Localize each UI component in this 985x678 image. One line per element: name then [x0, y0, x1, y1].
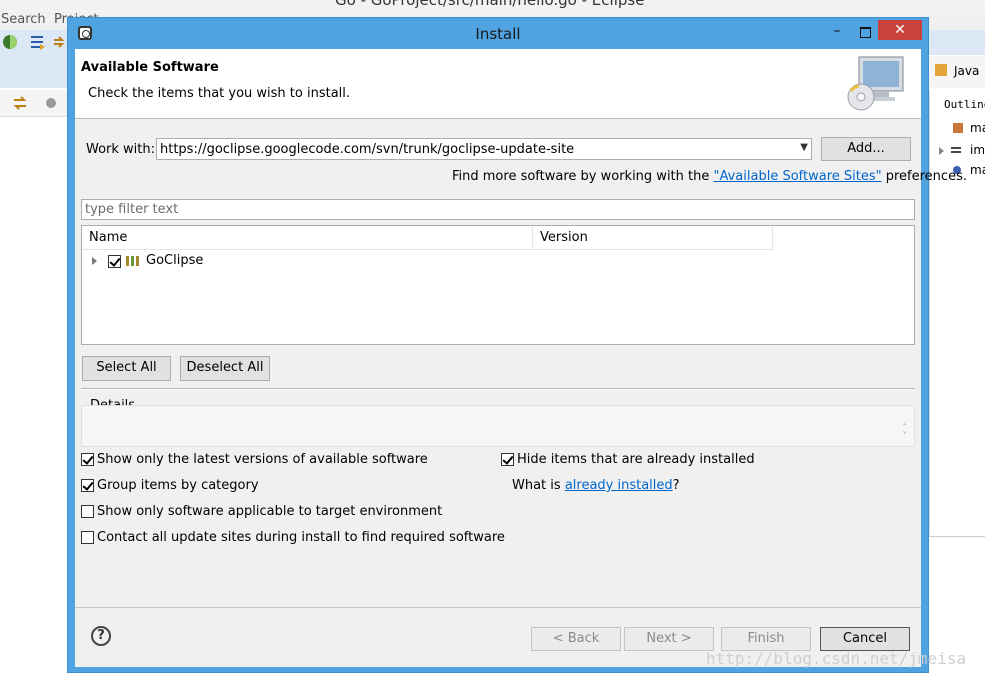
java-perspective-icon — [935, 64, 947, 76]
view-menu-icon[interactable] — [44, 96, 58, 110]
perspective-label: Java — [954, 64, 980, 78]
chevron-down-icon[interactable]: ▼ — [800, 142, 808, 153]
add-site-button[interactable]: Add... — [821, 137, 911, 161]
back-button[interactable]: < Back — [531, 627, 621, 651]
work-with-combo[interactable]: https://goclipse.googlecode.com/svn/trun… — [156, 138, 812, 160]
eclipse-right-toolbar — [929, 30, 985, 55]
package-icon — [953, 123, 963, 133]
imports-icon — [939, 147, 961, 155]
contact-sites-label[interactable]: Contact all update sites during install … — [97, 530, 505, 545]
watermark: http://blog.csdn.net/jmeisa — [706, 649, 967, 668]
column-header-name[interactable]: Name — [82, 226, 533, 250]
details-area[interactable]: ˄ ˅ — [81, 405, 915, 447]
goclipse-name: GoClipse — [146, 253, 204, 268]
separator — [81, 388, 915, 390]
what-is-prefix: What is — [512, 478, 565, 493]
what-is-suffix: ? — [672, 478, 680, 493]
minimize-button[interactable]: – — [828, 24, 846, 42]
toolbar-list-icon[interactable] — [30, 34, 46, 50]
goclipse-checkbox[interactable] — [108, 255, 121, 268]
expand-arrow-icon[interactable] — [92, 257, 97, 265]
target-environment-checkbox[interactable] — [81, 505, 94, 518]
maximize-button[interactable] — [856, 24, 874, 42]
filter-input[interactable] — [82, 200, 908, 219]
go-run-icon[interactable] — [2, 34, 20, 50]
already-installed-link[interactable]: already installed — [565, 478, 673, 493]
wizard-title: Available Software — [81, 60, 219, 75]
find-more-suffix: preferences. — [881, 169, 967, 184]
software-table: Name Version GoClipse — [81, 225, 915, 345]
sync-icon[interactable] — [12, 95, 28, 111]
help-icon[interactable]: ? — [91, 626, 111, 646]
group-by-category-checkbox[interactable] — [81, 479, 94, 492]
what-is-installed-text: What is already installed? — [512, 478, 680, 493]
latest-versions-checkbox[interactable] — [81, 453, 94, 466]
next-button[interactable]: Next > — [624, 627, 714, 651]
menu-search[interactable]: Search — [1, 12, 46, 27]
table-row[interactable]: GoClipse — [82, 252, 914, 272]
feature-category-icon — [126, 256, 139, 266]
outline-item[interactable]: ma — [970, 163, 985, 177]
finish-button[interactable]: Finish — [721, 627, 811, 651]
available-software-sites-link[interactable]: "Available Software Sites" — [714, 169, 882, 184]
target-environment-label[interactable]: Show only software applicable to target … — [97, 504, 442, 519]
find-more-prefix: Find more software by working with the — [452, 169, 714, 184]
wizard-description: Check the items that you wish to install… — [88, 86, 351, 101]
filter-box — [81, 199, 915, 220]
column-header-version[interactable]: Version — [533, 226, 773, 250]
outline-view: Outline ma imp ma — [929, 90, 985, 535]
eclipse-lower-view — [929, 536, 985, 585]
group-by-category-label[interactable]: Group items by category — [97, 478, 259, 493]
work-with-label: Work with: — [86, 142, 156, 157]
hide-installed-label[interactable]: Hide items that are already installed — [517, 452, 755, 467]
toolbar-arrow-icon[interactable] — [53, 34, 67, 50]
outline-tab[interactable]: Outline — [944, 98, 985, 111]
outline-item[interactable]: imp — [970, 143, 985, 157]
footer-separator — [75, 607, 921, 608]
close-button[interactable]: ✕ — [878, 20, 922, 40]
work-with-value: https://goclipse.googlecode.com/svn/trun… — [160, 142, 575, 157]
eclipse-window-title: Go - GoProject/src/main/hello.go - Eclip… — [335, 0, 645, 9]
cancel-button[interactable]: Cancel — [820, 627, 910, 651]
eclipse-secondary-toolbar — [0, 90, 68, 117]
find-more-text: Find more software by working with the "… — [452, 169, 967, 184]
dialog-body: Available Software Check the items that … — [75, 49, 967, 667]
install-dialog: Install – ✕ Available Software Check the… — [67, 17, 967, 673]
latest-versions-label[interactable]: Show only the latest versions of availab… — [97, 452, 428, 467]
hide-installed-checkbox[interactable] — [501, 453, 514, 466]
select-all-button[interactable]: Select All — [82, 356, 171, 381]
dialog-title: Install — [475, 25, 521, 43]
perspective-switcher[interactable]: Java — [929, 56, 985, 88]
outline-item[interactable]: ma — [970, 121, 985, 135]
deselect-all-button[interactable]: Deselect All — [180, 356, 270, 381]
wizard-header: Available Software Check the items that … — [75, 49, 921, 119]
eclipse-toolbar — [0, 30, 68, 88]
dialog-titlebar[interactable]: Install – ✕ — [68, 18, 928, 49]
contact-sites-checkbox[interactable] — [81, 531, 94, 544]
install-banner-icon — [847, 56, 904, 111]
scroll-arrows-icon[interactable]: ˄ ˅ — [900, 424, 909, 442]
